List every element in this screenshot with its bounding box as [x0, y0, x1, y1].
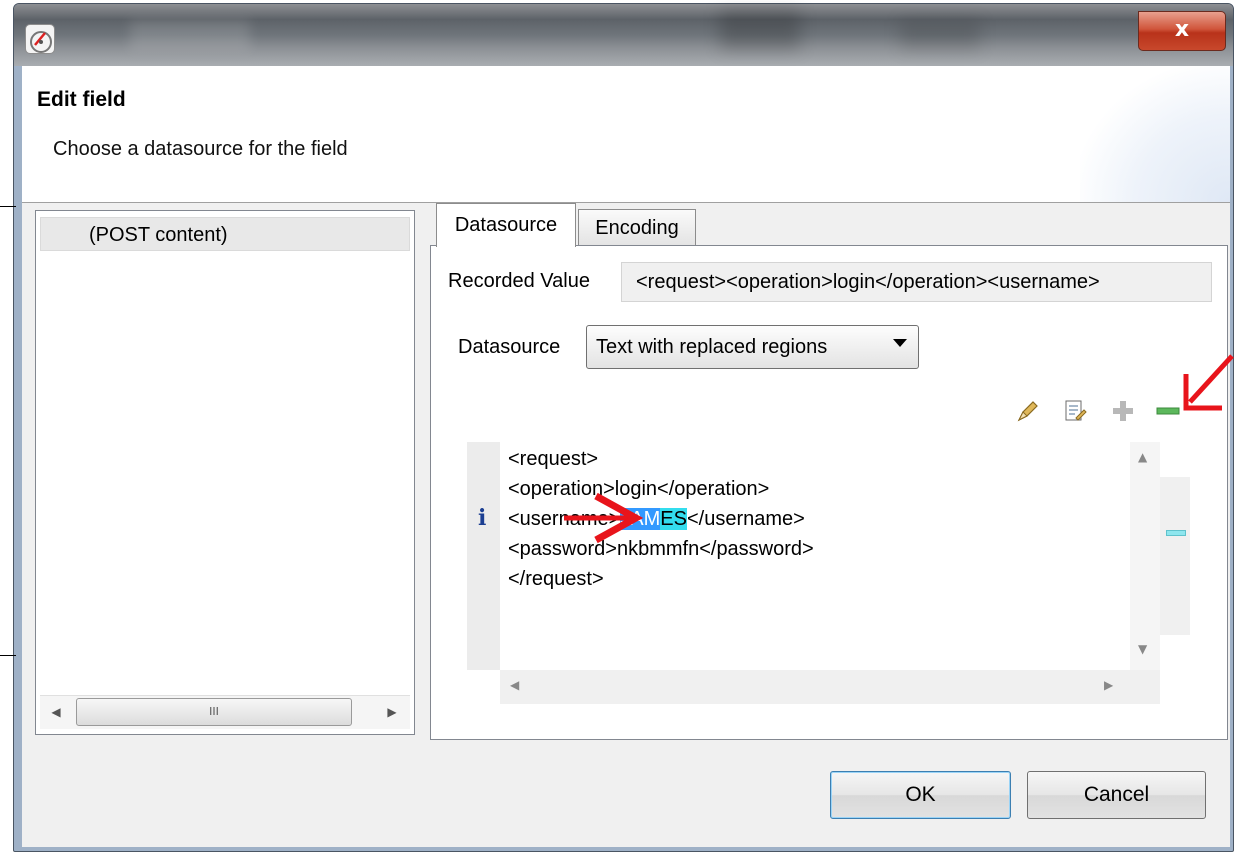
scrollbar-corner — [1130, 670, 1160, 704]
header-decoration — [1080, 66, 1230, 202]
overview-ruler[interactable] — [1160, 477, 1190, 635]
code-line[interactable]: <username>JAMES</username> — [508, 504, 805, 534]
field-list[interactable] — [35, 210, 415, 735]
tab-datasource[interactable]: Datasource — [436, 203, 576, 247]
ok-button[interactable]: OK — [830, 771, 1011, 819]
recorded-value-field[interactable]: <request><operation>login</operation><us… — [621, 262, 1212, 302]
list-item[interactable]: (POST content) — [40, 217, 410, 251]
datasource-label: Datasource — [458, 336, 561, 358]
close-button[interactable]: x — [1138, 11, 1226, 51]
scroll-left-icon[interactable]: ◀ — [44, 700, 68, 724]
title-bar-blur — [900, 20, 980, 50]
chevron-down-icon — [893, 339, 907, 347]
dialog-title: Edit field — [37, 88, 126, 111]
pencil-icon[interactable] — [1015, 398, 1041, 424]
remove-region-icon[interactable] — [1155, 398, 1181, 424]
recorded-value-label: Recorded Value — [448, 270, 590, 292]
header-separator — [22, 202, 1230, 203]
scroll-thumb[interactable]: III — [76, 698, 352, 726]
annotation-arrow-icon — [1180, 350, 1236, 420]
dialog-header — [22, 66, 1230, 202]
overview-marker[interactable] — [1166, 530, 1186, 536]
divider — [0, 655, 16, 656]
edit-document-icon[interactable] — [1062, 398, 1088, 424]
add-region-icon[interactable] — [1110, 398, 1136, 424]
replaced-region[interactable]: ES — [660, 508, 687, 530]
code-line[interactable]: <request> — [508, 444, 598, 474]
app-gauge-icon — [25, 24, 55, 54]
datasource-select[interactable]: Text with replaced regions — [586, 325, 919, 369]
code-text: </username> — [686, 508, 805, 530]
code-line[interactable]: <password>nkbmmfn</password> — [508, 534, 814, 564]
annotation-arrow-icon — [560, 490, 650, 546]
editor-vertical-scrollbar[interactable]: ▲ ▼ — [1130, 442, 1160, 670]
editor-gutter — [467, 442, 500, 670]
editor-horizontal-scrollbar[interactable]: ◀ ▶ — [500, 670, 1130, 704]
dialog-subtitle: Choose a datasource for the field — [53, 138, 348, 160]
title-bar-blur — [720, 10, 800, 50]
scroll-right-icon[interactable]: ▶ — [380, 700, 404, 724]
title-bar-blur — [130, 20, 250, 50]
info-icon: i — [478, 505, 487, 531]
divider — [0, 206, 16, 207]
code-line[interactable]: </request> — [508, 564, 604, 594]
tab-encoding[interactable]: Encoding — [578, 209, 696, 245]
cancel-button[interactable]: Cancel — [1027, 771, 1206, 819]
